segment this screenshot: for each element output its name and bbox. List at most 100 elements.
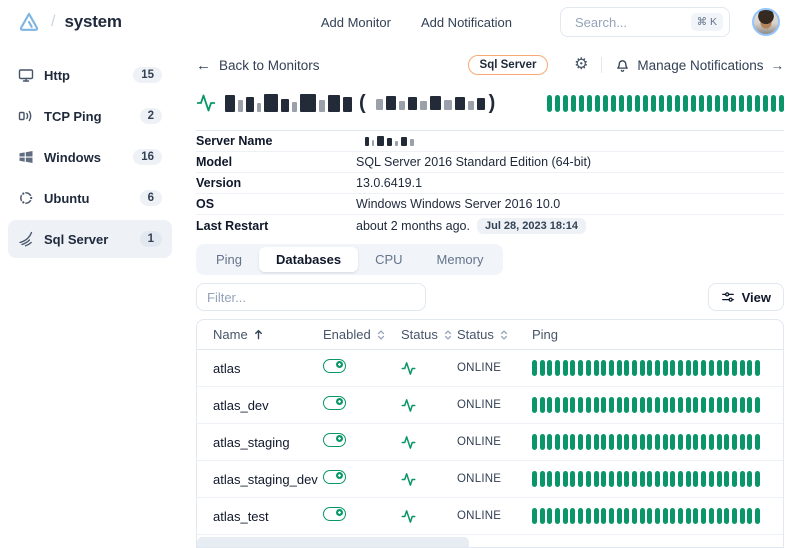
main-content: ← Back to Monitors Sql Server ⚙ Manage N… [180, 44, 800, 548]
search-input[interactable] [573, 14, 691, 31]
redacted-host-title [376, 96, 485, 110]
db-name: atlas_staging_dev [213, 472, 323, 487]
column-header-name[interactable]: Name [213, 327, 323, 342]
sidebar-item-windows[interactable]: Windows 16 [8, 138, 172, 176]
sort-icon [376, 330, 386, 340]
tab-bar: Ping Databases CPU Memory [196, 244, 503, 275]
breadcrumb-separator: / [51, 13, 55, 31]
sidebar-item-ubuntu[interactable]: Ubuntu 6 [8, 179, 172, 217]
count-badge: 1 [140, 231, 162, 247]
info-value: 13.0.6419.1 [356, 176, 422, 190]
sidebar-item-label: Sql Server [44, 232, 108, 247]
toggle-on-icon[interactable] [323, 470, 346, 484]
sidebar-item-http[interactable]: Http 15 [8, 56, 172, 94]
search-shortcut-badge: ⌘ K [691, 13, 723, 31]
sort-asc-icon [253, 329, 264, 340]
column-header-enabled[interactable]: Enabled [323, 327, 401, 342]
info-label: OS [196, 197, 356, 211]
tab-ping[interactable]: Ping [199, 247, 259, 272]
toolbar-right: ⚙ Manage Notifications → [574, 57, 784, 73]
add-monitor-link[interactable]: Add Monitor [321, 15, 391, 30]
monitor-icon [18, 67, 34, 83]
info-label: Last Restart [196, 219, 356, 233]
info-row-version: Version 13.0.6419.1 [196, 173, 784, 194]
sidebar-item-label: Windows [44, 150, 101, 165]
toggle-on-icon[interactable] [323, 507, 346, 521]
top-nav: Add Monitor Add Notification [321, 15, 512, 30]
sliders-icon [721, 290, 735, 304]
tab-cpu[interactable]: CPU [358, 247, 419, 272]
bell-icon [615, 58, 630, 73]
signal-icon [18, 108, 34, 124]
tab-memory[interactable]: Memory [420, 247, 501, 272]
search-box[interactable]: ⌘ K [560, 7, 730, 37]
filter-input[interactable] [196, 283, 426, 311]
table-row[interactable]: atlas_staging ONLINE [197, 424, 783, 461]
view-button[interactable]: View [708, 283, 784, 311]
info-label: Version [196, 176, 356, 190]
table-row[interactable]: atlas ONLINE [197, 350, 783, 387]
windows-icon [18, 149, 34, 165]
status-text: ONLINE [457, 399, 532, 411]
db-name: atlas_test [213, 509, 323, 524]
gear-icon[interactable]: ⚙ [574, 57, 588, 73]
vertical-divider [601, 57, 602, 73]
toggle-on-icon[interactable] [323, 396, 346, 410]
breadcrumb: / system [16, 9, 122, 35]
sidebar-item-sql-server[interactable]: Sql Server 1 [8, 220, 172, 258]
sort-icon [499, 330, 509, 340]
back-to-monitors-link[interactable]: ← Back to Monitors [196, 57, 320, 74]
sidebar-item-tcp-ping[interactable]: TCP Ping 2 [8, 97, 172, 135]
health-history-bars [547, 95, 784, 112]
activity-status-icon [401, 361, 416, 376]
ubuntu-icon [18, 190, 34, 206]
add-notification-link[interactable]: Add Notification [421, 15, 512, 30]
title-paren-open: ( [359, 93, 366, 113]
table-row[interactable]: atlas_dev ONLINE [197, 387, 783, 424]
back-arrow-icon: ← [196, 57, 211, 74]
manage-notifications-link[interactable]: Manage Notifications → [615, 58, 784, 73]
table-row[interactable]: atlas_test ONLINE [197, 498, 783, 535]
info-label: Model [196, 155, 356, 169]
monitor-title-row: ( ) [196, 90, 784, 116]
activity-status-icon [401, 398, 416, 413]
ping-history [532, 508, 767, 524]
status-text: ONLINE [457, 436, 532, 448]
sql-server-icon [18, 231, 34, 247]
activity-status-icon [401, 472, 416, 487]
ping-history [532, 471, 767, 487]
monitor-type-badge: Sql Server [468, 55, 549, 75]
status-text: ONLINE [457, 473, 532, 485]
count-badge: 2 [140, 108, 162, 124]
count-badge: 15 [133, 67, 162, 83]
status-text: ONLINE [457, 362, 532, 374]
toggle-on-icon[interactable] [323, 433, 346, 447]
tab-databases[interactable]: Databases [259, 247, 358, 272]
info-row-model: Model SQL Server 2016 Standard Edition (… [196, 152, 784, 173]
sidebar-item-label: Http [44, 68, 70, 83]
sidebar-item-label: TCP Ping [44, 109, 102, 124]
db-name: atlas_dev [213, 398, 323, 413]
table-controls: View [196, 283, 784, 311]
status-text: ONLINE [457, 510, 532, 522]
partial-next-element [197, 537, 469, 547]
arrow-right-icon: → [771, 58, 785, 73]
count-badge: 16 [133, 149, 162, 165]
info-value: SQL Server 2016 Standard Edition (64-bit… [356, 155, 591, 169]
app-logo-icon [16, 9, 42, 35]
title-paren-close: ) [489, 93, 496, 113]
page-title: system [64, 12, 121, 32]
table-row[interactable]: atlas_staging_dev ONLINE [197, 461, 783, 498]
activity-icon [196, 93, 216, 113]
sidebar: Http 15 TCP Ping 2 Windows 16 Ubuntu [0, 44, 180, 261]
activity-status-icon [401, 435, 416, 450]
ping-history [532, 360, 767, 376]
monitor-toolbar: ← Back to Monitors Sql Server ⚙ Manage N… [196, 52, 784, 78]
info-row-os: OS Windows Windows Server 2016 10.0 [196, 194, 784, 215]
column-header-status-2[interactable]: Status [457, 327, 532, 342]
avatar[interactable] [752, 8, 780, 36]
info-row-server-name: Server Name [196, 131, 784, 152]
toggle-on-icon[interactable] [323, 359, 346, 373]
db-name: atlas_staging [213, 435, 323, 450]
column-header-status[interactable]: Status [401, 327, 457, 342]
